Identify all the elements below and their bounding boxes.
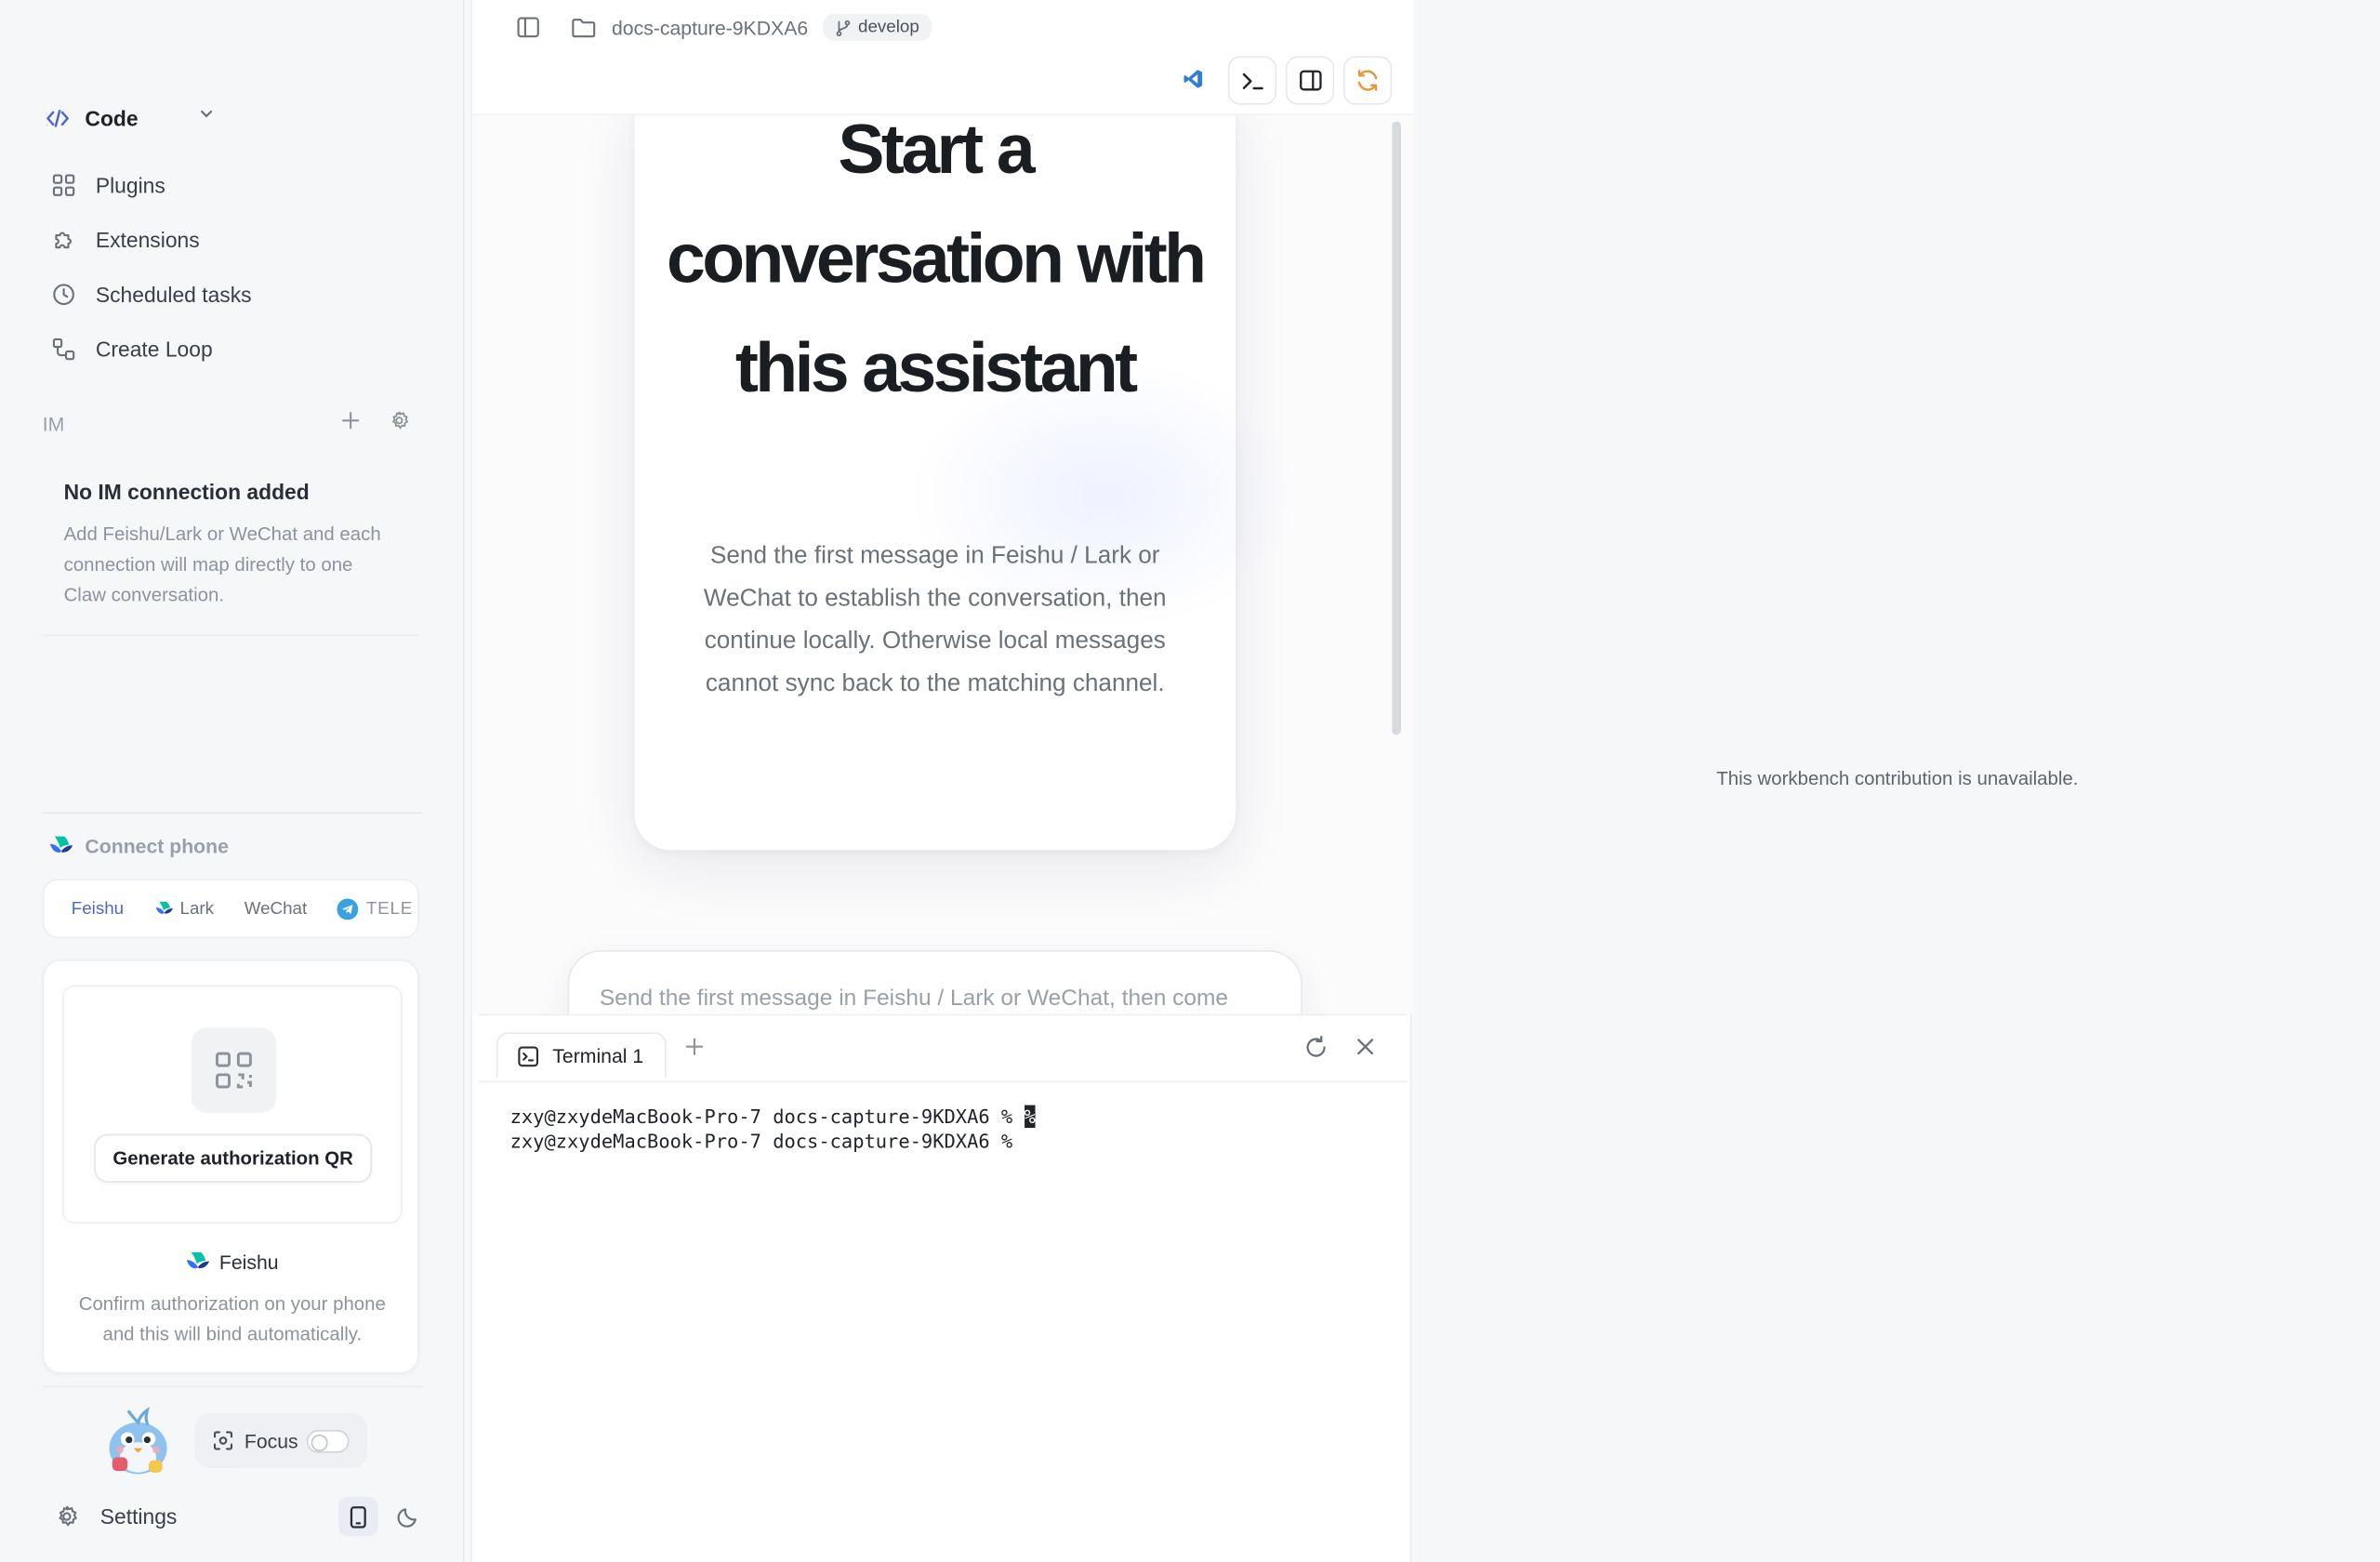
settings-button[interactable]: Settings (55, 1500, 178, 1533)
gear-icon (59, 1505, 78, 1527)
sidebar: Code Plugins Extensions Scheduled tasks … (0, 0, 465, 1562)
sidebar-item-plugins[interactable]: Plugins (52, 167, 416, 204)
generate-qr-button[interactable]: Generate authorization QR (94, 1133, 373, 1183)
sidebar-item-label: Extensions (95, 227, 200, 253)
focus-icon (213, 1431, 233, 1450)
sidebar-item-label: Create Loop (95, 337, 213, 362)
focus-toggle-pill[interactable]: Focus (193, 1413, 368, 1468)
terminal-panel: Terminal 1 zxy@zxydeMacBook-Pro-7 docs-c… (478, 1013, 1408, 1562)
im-label: IM (42, 412, 65, 435)
im-provider-tabs: Feishu Lark WeChat TELE (42, 879, 419, 939)
feishu-logo-icon (187, 1251, 210, 1269)
tab-lark[interactable]: Lark (154, 899, 214, 918)
moon-icon (396, 1507, 416, 1527)
mascot-avatar[interactable] (97, 1403, 178, 1479)
welcome-title: Start a conversation with this assistant (667, 115, 1207, 407)
terminal-prompt: zxy@zxydeMacBook-Pro-7 docs-capture-9KDX… (509, 1105, 1025, 1129)
terminal-icon (518, 1045, 539, 1066)
branch-name: develop (858, 18, 919, 37)
mode-label: Code (85, 106, 139, 131)
welcome-description: Send the first message in Feishu / Lark … (703, 543, 1167, 697)
terminal-toggle-button[interactable] (1227, 56, 1277, 105)
branch-badge[interactable]: develop (823, 13, 932, 42)
workbench-panel: This workbench contribution is unavailab… (1414, 0, 2380, 1562)
conversation-area: Start a conversation with this assistant… (471, 115, 1414, 1014)
close-icon[interactable] (1355, 1037, 1375, 1056)
terminal-output[interactable]: zxy@zxydeMacBook-Pro-7 docs-capture-9KDX… (510, 1105, 1036, 1154)
chevron-down-icon[interactable] (197, 105, 216, 124)
welcome-card: Start a conversation with this assistant… (634, 115, 1302, 851)
terminal-tab-label: Terminal 1 (552, 1044, 644, 1067)
section-divider (42, 1385, 422, 1388)
main-panel: docs-capture-9KDXA6 develop Start a conv… (470, 0, 1414, 1562)
connect-phone-label: Connect phone (85, 834, 229, 857)
refresh-icon (1357, 70, 1378, 91)
tab-telegram[interactable]: TELE (337, 897, 413, 920)
settings-label: Settings (99, 1504, 178, 1529)
qr-placeholder (191, 1027, 277, 1113)
refresh-button[interactable] (1342, 56, 1393, 105)
im-section-header: IM (43, 407, 416, 441)
loop-icon (52, 338, 75, 361)
split-panel-icon (1299, 70, 1321, 91)
sidebar-item-scheduled-tasks[interactable]: Scheduled tasks (52, 276, 416, 312)
telegram-logo-icon (337, 897, 359, 920)
im-empty-state: No IM connection added Add Feishu/Lark o… (42, 461, 419, 637)
vscode-icon[interactable] (1183, 68, 1204, 89)
breadcrumb: docs-capture-9KDXA6 develop (516, 10, 932, 44)
plus-icon[interactable] (340, 410, 362, 431)
terminal-tab-bar: Terminal 1 (478, 1015, 1408, 1083)
terminal-line: zxy@zxydeMacBook-Pro-7 docs-capture-9KDX… (510, 1105, 1036, 1130)
terminal-line: zxy@zxydeMacBook-Pro-7 docs-capture-9KDX… (509, 1129, 1013, 1153)
phone-mode-button[interactable] (338, 1496, 378, 1537)
new-terminal-icon[interactable] (684, 1037, 704, 1056)
focus-label: Focus (244, 1429, 298, 1452)
clock-icon (53, 284, 74, 306)
message-input[interactable]: Send the first message in Feishu / Lark … (567, 950, 1302, 1014)
im-empty-title: No IM connection added (63, 479, 310, 505)
qr-code-icon (216, 1052, 252, 1089)
sidebar-toggle-icon[interactable] (516, 15, 540, 39)
authorization-card: Generate authorization QR Feishu Confirm… (42, 959, 420, 1374)
focus-toggle[interactable] (306, 1430, 350, 1453)
connect-phone-header: Connect phone (48, 828, 229, 862)
folder-icon (572, 18, 596, 37)
feishu-logo-icon (49, 836, 73, 853)
mode-selector[interactable]: Code (46, 100, 228, 137)
sidebar-item-label: Plugins (95, 173, 165, 198)
puzzle-icon (55, 232, 72, 249)
phone-icon (350, 1505, 366, 1528)
sidebar-item-extensions[interactable]: Extensions (52, 221, 416, 258)
workspace-name[interactable]: docs-capture-9KDXA6 (612, 16, 808, 38)
tab-feishu[interactable]: Feishu (72, 899, 124, 918)
lark-logo-icon (154, 901, 173, 914)
git-branch-icon (837, 20, 851, 36)
theme-toggle-button[interactable] (389, 1500, 425, 1533)
split-view-button[interactable] (1285, 56, 1335, 105)
terminal-icon (1241, 72, 1263, 89)
terminal-tab[interactable]: Terminal 1 (496, 1032, 667, 1079)
code-icon (46, 109, 69, 127)
chat-scrollbar[interactable] (1392, 121, 1401, 735)
authorization-description: Confirm authorization on your phone and … (78, 1293, 386, 1345)
terminal-cursor: % (1024, 1105, 1036, 1129)
sidebar-item-create-loop[interactable]: Create Loop (52, 331, 416, 367)
section-divider (42, 812, 422, 814)
restart-terminal-icon[interactable] (1303, 1035, 1328, 1060)
qr-panel: Generate authorization QR (61, 985, 403, 1224)
provider-label: Feishu (44, 1246, 420, 1277)
im-empty-description: Add Feishu/Lark or WeChat and each conne… (63, 523, 381, 606)
grid-icon (52, 174, 75, 196)
tab-wechat[interactable]: WeChat (245, 899, 308, 918)
sidebar-item-label: Scheduled tasks (95, 282, 252, 307)
unavailable-message: This workbench contribution is unavailab… (1716, 768, 2079, 790)
gear-icon[interactable] (389, 410, 410, 431)
top-bar: docs-capture-9KDXA6 develop (471, 0, 1414, 116)
